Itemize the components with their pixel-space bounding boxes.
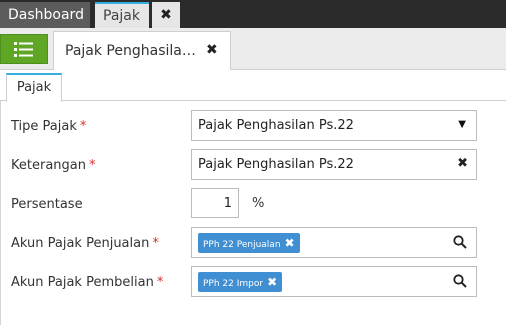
document-tab-bar: Pajak Penghasila… ✖ [0,28,506,70]
top-tab-bar: Dashboard Pajak ✖ [0,0,506,28]
remove-tag-icon[interactable]: ✖ [285,236,295,250]
dropdown-arrow-icon[interactable]: ▼ [458,119,466,130]
tipe-pajak-select[interactable]: Pajak Penghasilan Ps.22 ▼ [191,110,477,141]
percent-unit: % [252,196,265,211]
required-mark: * [79,119,87,134]
persentase-input[interactable]: 1 [191,188,239,218]
akun-penjualan-input[interactable]: PPh 22 Penjualan ✖ [191,227,477,258]
akun-penjualan-label: Akun Pajak Penjualan * [11,236,159,251]
persentase-label: Persentase [11,197,83,212]
tab-pajak[interactable]: Pajak [95,2,149,28]
akun-pembelian-input[interactable]: PPh 22 Impor ✖ [191,266,477,297]
required-mark: * [152,236,159,251]
keterangan-value: Pajak Penghasilan Ps.22 [198,157,354,172]
tab-pajak-section[interactable]: Pajak [6,73,62,102]
selected-tag: PPh 22 Impor ✖ [198,272,283,292]
menu-button[interactable] [0,34,48,64]
required-mark: * [156,275,164,290]
close-tab-button[interactable]: ✖ [152,2,180,28]
search-icon[interactable] [453,274,467,288]
keterangan-label: Keterangan * [11,158,96,173]
search-icon[interactable] [453,235,467,249]
tipe-pajak-value: Pajak Penghasilan Ps.22 [198,118,354,133]
akun-pembelian-label: Akun Pajak Pembelian * [11,275,164,290]
tab-label: Pajak Penghasila… [65,43,196,59]
selected-tag: PPh 22 Penjualan ✖ [198,233,300,253]
tab-dashboard[interactable]: Dashboard [0,2,90,28]
persentase-value: 1 [223,196,232,211]
tab-pajak-penghasilan[interactable]: Pajak Penghasila… ✖ [53,31,231,70]
tipe-pajak-label: Tipe Pajak * [11,119,87,134]
clear-icon[interactable]: ✖ [457,156,468,171]
keterangan-input[interactable]: Pajak Penghasilan Ps.22 ✖ [191,149,477,180]
list-icon [14,42,33,57]
section-tab-bar: Pajak [0,70,506,102]
required-mark: * [88,158,96,173]
remove-tag-icon[interactable]: ✖ [267,275,277,289]
close-icon[interactable]: ✖ [206,42,218,58]
